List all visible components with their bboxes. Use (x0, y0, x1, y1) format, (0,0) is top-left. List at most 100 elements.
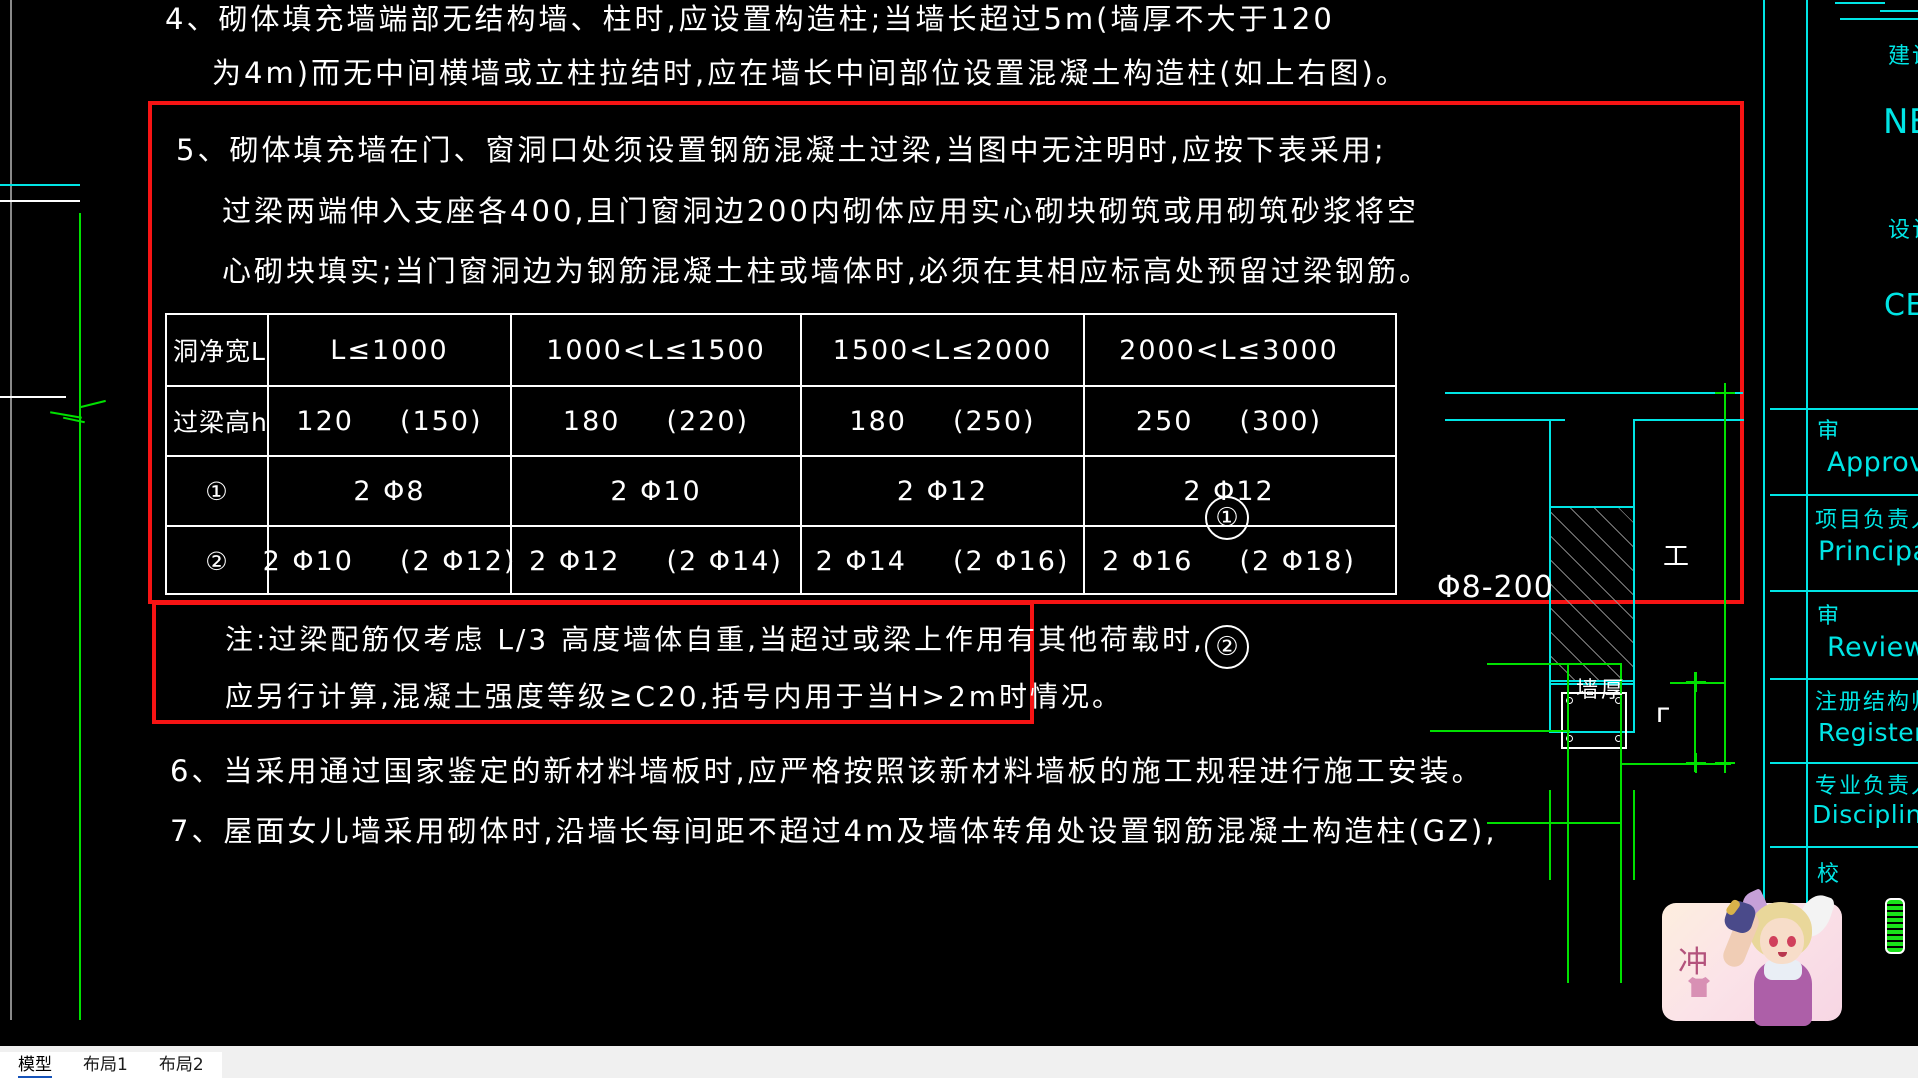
detail-dim-green-vert-right (1724, 392, 1726, 772)
table-row-label: 过梁高h (173, 408, 268, 437)
tab-layout1[interactable]: 布局1 (65, 1052, 146, 1078)
titleblock-row5-en: Principal (1818, 536, 1918, 567)
note-item5-line2: 过梁两端伸入支座各400,且门窗洞边200内砌体应用实心砌块砌筑或用砌筑砂浆将空 (222, 194, 1419, 228)
left-cyan-line-1 (0, 184, 80, 186)
detail-bubble-1: ① (1205, 496, 1249, 540)
detail-top-line-2 (1445, 419, 1565, 421)
table-cell-paren: (220) (666, 405, 750, 437)
left-break-symbol-a (80, 399, 106, 408)
table-cell: 2 Φ12 (2 Φ14) (510, 527, 800, 595)
character-eye-left (1769, 936, 1778, 947)
layout-tab-bar[interactable]: 模型 布局1 布局2 (0, 1046, 1918, 1078)
table-row: ②2 Φ10 (2 Φ12) 2 Φ12 (2 Φ14) 2 Φ14 (2 Φ16) 2 Φ… (167, 525, 1395, 595)
table-cell: 1500<L≤2000 (800, 315, 1083, 385)
titleblock-row6-cn: 审 (1817, 604, 1842, 629)
titleblock-row8-cn: 专业负责人 (1815, 774, 1918, 799)
character-face (1760, 918, 1804, 964)
table-cell-main: 180 (562, 405, 621, 437)
table-cell-paren: (300) (1239, 405, 1323, 437)
stamp-char: 冲 (1678, 945, 1708, 980)
table-note-line1: 注:过梁配筋仅考虑 L/3 高度墙体自重,当超过或梁上作用有其他荷载时, (225, 623, 1205, 656)
titleblock-rule-3 (1770, 590, 1918, 592)
note-item5-line3: 心砌块填实;当门窗洞边为钢筋混凝土柱或墙体时,必须在其相应标高处预留过梁钢筋。 (222, 254, 1431, 288)
titleblock-row0-cn: 建设单位 (1888, 44, 1918, 69)
tab-layout2-label: 布局2 (158, 1055, 204, 1075)
table-cell: 180 (250) (800, 387, 1083, 455)
titleblock-row1-en: NE (1883, 102, 1918, 142)
tab-model-label: 模型 (18, 1055, 52, 1078)
titleblock-rule-5 (1770, 762, 1918, 764)
detail-lintel-hatch (1549, 506, 1635, 682)
table-cell-main: 250 (1135, 405, 1194, 437)
table-cell-paren: (150) (399, 405, 483, 437)
titleblock-row9-cn: 校 (1817, 862, 1842, 887)
titleblock-rule-6 (1770, 846, 1918, 848)
titleblock-top-hatch-1 (1835, 2, 1885, 4)
titleblock-top-hatch-2 (1880, 10, 1918, 12)
titleblock-row2-cn: 设计 (1888, 218, 1918, 243)
character-illustration (1719, 888, 1848, 1028)
note-item4-line1: 4、砌体填充墙端部无结构墙、柱时,应设置构造柱;当墙长超过5m(墙厚不大于120 (165, 2, 1335, 36)
shirt-icon (1688, 977, 1710, 997)
tab-model[interactable]: 模型 (0, 1052, 70, 1078)
lintel-reinforcement-table[interactable]: 洞净宽L L≤1000 1000<L≤1500 1500<L≤2000 2000<L≤3… (165, 313, 1397, 595)
left-border-line (10, 0, 12, 1020)
titleblock-row5-cn: 项目负责人 (1815, 508, 1918, 533)
detail-dim-green-h2 (1430, 730, 1570, 732)
dim-cross-3 (1686, 753, 1706, 773)
table-row-label: 洞净宽L (173, 337, 266, 366)
titleblock-row6-en: Review (1827, 632, 1918, 663)
titleblock-green-meter-icon (1885, 898, 1905, 954)
table-cell: 2 Φ10 (510, 457, 800, 525)
table-cell: 2 Φ8 (267, 457, 510, 525)
cad-drawing-canvas[interactable]: 4、砌体填充墙端部无结构墙、柱时,应设置构造柱;当墙长超过5m(墙厚不大于120… (0, 0, 1918, 1078)
titleblock-row4-en: Approv (1827, 447, 1918, 478)
dim-tick-lower-glyph: ᴦ (1656, 699, 1673, 729)
table-cell: 180 (220) (510, 387, 800, 455)
dim-tick-upper-glyph: 工 (1663, 542, 1691, 572)
table-row-label: ② (205, 546, 229, 576)
table-row: 过梁高h 120 (150) 180 (220) 180 (250) 250 (300) (167, 385, 1395, 455)
table-cell: L≤1000 (267, 315, 510, 385)
table-cell-paren: (2 Φ14) (666, 545, 783, 577)
table-cell: 1000<L≤1500 (510, 315, 800, 385)
table-cell-paren: (2 Φ16) (952, 545, 1070, 577)
detail-dim-green-h1 (1487, 663, 1621, 665)
dim-cross-2 (1686, 672, 1706, 692)
detail-top-line-3 (1634, 419, 1744, 421)
wall-thickness-label: 墙厚 (1576, 678, 1627, 703)
note-item7: 7、屋面女儿墙采用砌体时,沿墙长每间距不超过4m及墙体转角处设置钢筋混凝土构造柱… (170, 814, 1498, 848)
table-cell-paren: (250) (952, 405, 1036, 437)
left-green-vline (79, 213, 81, 1020)
table-cell: 2 Φ14 (2 Φ16) (800, 527, 1083, 595)
tab-layout2[interactable]: 布局2 (140, 1052, 222, 1078)
table-cell-main: 180 (849, 405, 907, 437)
tab-layout1-label: 布局1 (83, 1055, 128, 1075)
dim-cross-4 (1715, 753, 1735, 773)
note-item5-line1: 5、砌体填充墙在门、窗洞口处须设置钢筋混凝土过梁,当图中无注明时,应按下表采用; (176, 133, 1387, 167)
note-item6: 6、当采用通过国家鉴定的新材料墙板时,应严格按照该新材料墙板的施工规程进行施工安… (170, 754, 1484, 788)
table-cell: 2 Φ10 (2 Φ12) (263, 527, 514, 595)
table-cell-paren: (2 Φ12) (399, 545, 517, 577)
titleblock-row3-en: CE (1884, 288, 1918, 323)
detail-green-bot-left (1549, 790, 1551, 880)
titleblock-row7-en: Registered st (1818, 718, 1918, 747)
table-note-line2: 应另行计算,混凝土强度等级≥C20,括号内用于当H>2m时情况。 (225, 680, 1124, 713)
titleblock-rule-2 (1770, 494, 1918, 496)
table-row: 洞净宽L L≤1000 1000<L≤1500 1500<L≤2000 2000<L≤3… (167, 315, 1395, 385)
titleblock-row4-cn: 审 (1817, 419, 1842, 444)
left-white-line-2 (0, 396, 66, 398)
left-white-line-1 (0, 200, 80, 202)
dim-cross-1 (1715, 383, 1735, 403)
table-cell-main: 2 Φ14 (815, 545, 907, 577)
detail-top-line-1 (1445, 392, 1743, 394)
table-cell-main: 2 Φ12 (529, 545, 621, 577)
stirrup-spacing-label: Φ8-200 (1437, 570, 1554, 605)
character-eye-right (1787, 936, 1796, 947)
table-cell: 2 Φ12 (800, 457, 1083, 525)
table-cell: 120 (150) (267, 387, 510, 455)
table-cell-main: 120 (296, 405, 354, 437)
table-cell-main: 2 Φ16 (1102, 545, 1194, 577)
detail-green-bot-right (1633, 790, 1635, 880)
table-row-label: ① (205, 476, 229, 506)
